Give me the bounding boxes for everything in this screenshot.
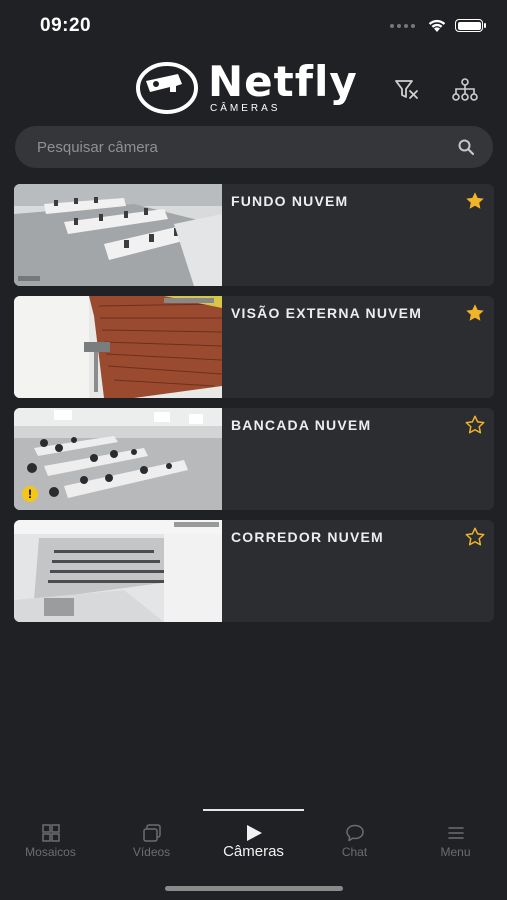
chat-icon (345, 824, 364, 842)
clear-filter-icon[interactable] (393, 76, 421, 104)
videos-icon (142, 824, 161, 842)
star-filled-icon[interactable] (464, 302, 486, 324)
tab-videos[interactable]: Vídeos (101, 820, 202, 876)
active-tab-indicator (203, 809, 304, 811)
tab-menu[interactable]: Menu (405, 820, 506, 876)
camera-card-visao-externa-nuvem[interactable]: VISÃO EXTERNA NUVEM (14, 296, 494, 398)
tab-label: Menu (440, 845, 471, 859)
camera-card-fundo-nuvem[interactable]: FUNDO NUVEM (14, 184, 494, 286)
tab-label: Câmeras (223, 843, 284, 860)
search-input[interactable] (37, 126, 437, 168)
camera-title: BANCADA NUVEM (231, 417, 372, 433)
netfly-logo-icon (136, 62, 198, 114)
menu-icon (447, 827, 464, 839)
camera-thumbnail[interactable]: ! (14, 408, 222, 510)
search-bar[interactable] (15, 126, 493, 168)
camera-card-bancada-nuvem[interactable]: ! BANCADA NUVEM (14, 408, 494, 510)
hierarchy-icon[interactable] (451, 76, 479, 104)
grid-icon (41, 824, 60, 842)
warning-icon: ! (22, 486, 38, 502)
tab-cameras[interactable]: Câmeras (203, 820, 304, 876)
status-icons (390, 18, 486, 33)
signal-icon (390, 23, 415, 28)
brand-name: Netfly (208, 56, 358, 106)
camera-thumbnail[interactable] (14, 296, 222, 398)
tab-label: Vídeos (132, 845, 171, 859)
camera-thumbnail[interactable] (14, 520, 222, 622)
star-outline-icon[interactable] (464, 414, 486, 436)
star-outline-icon[interactable] (464, 526, 486, 548)
home-indicator[interactable] (165, 886, 343, 891)
tab-label: Mosaicos (25, 845, 76, 859)
star-filled-icon[interactable] (464, 190, 486, 212)
wifi-icon (428, 19, 446, 32)
play-icon (246, 825, 262, 841)
status-bar: 09:20 (0, 0, 507, 54)
battery-icon (455, 19, 486, 32)
camera-title: VISÃO EXTERNA NUVEM (231, 305, 423, 321)
tab-chat[interactable]: Chat (304, 820, 405, 876)
search-icon[interactable] (457, 138, 475, 156)
status-time: 09:20 (40, 15, 92, 36)
app-logo: Netfly CÂMERAS (136, 56, 358, 114)
tab-label: Chat (341, 845, 368, 859)
camera-title: CORREDOR NUVEM (231, 529, 384, 545)
camera-title: FUNDO NUVEM (231, 193, 349, 209)
camera-thumbnail[interactable] (14, 184, 222, 286)
tab-mosaicos[interactable]: Mosaicos (0, 820, 101, 876)
brand-subtitle: CÂMERAS (210, 102, 281, 114)
camera-card-corredor-nuvem[interactable]: CORREDOR NUVEM (14, 520, 494, 622)
